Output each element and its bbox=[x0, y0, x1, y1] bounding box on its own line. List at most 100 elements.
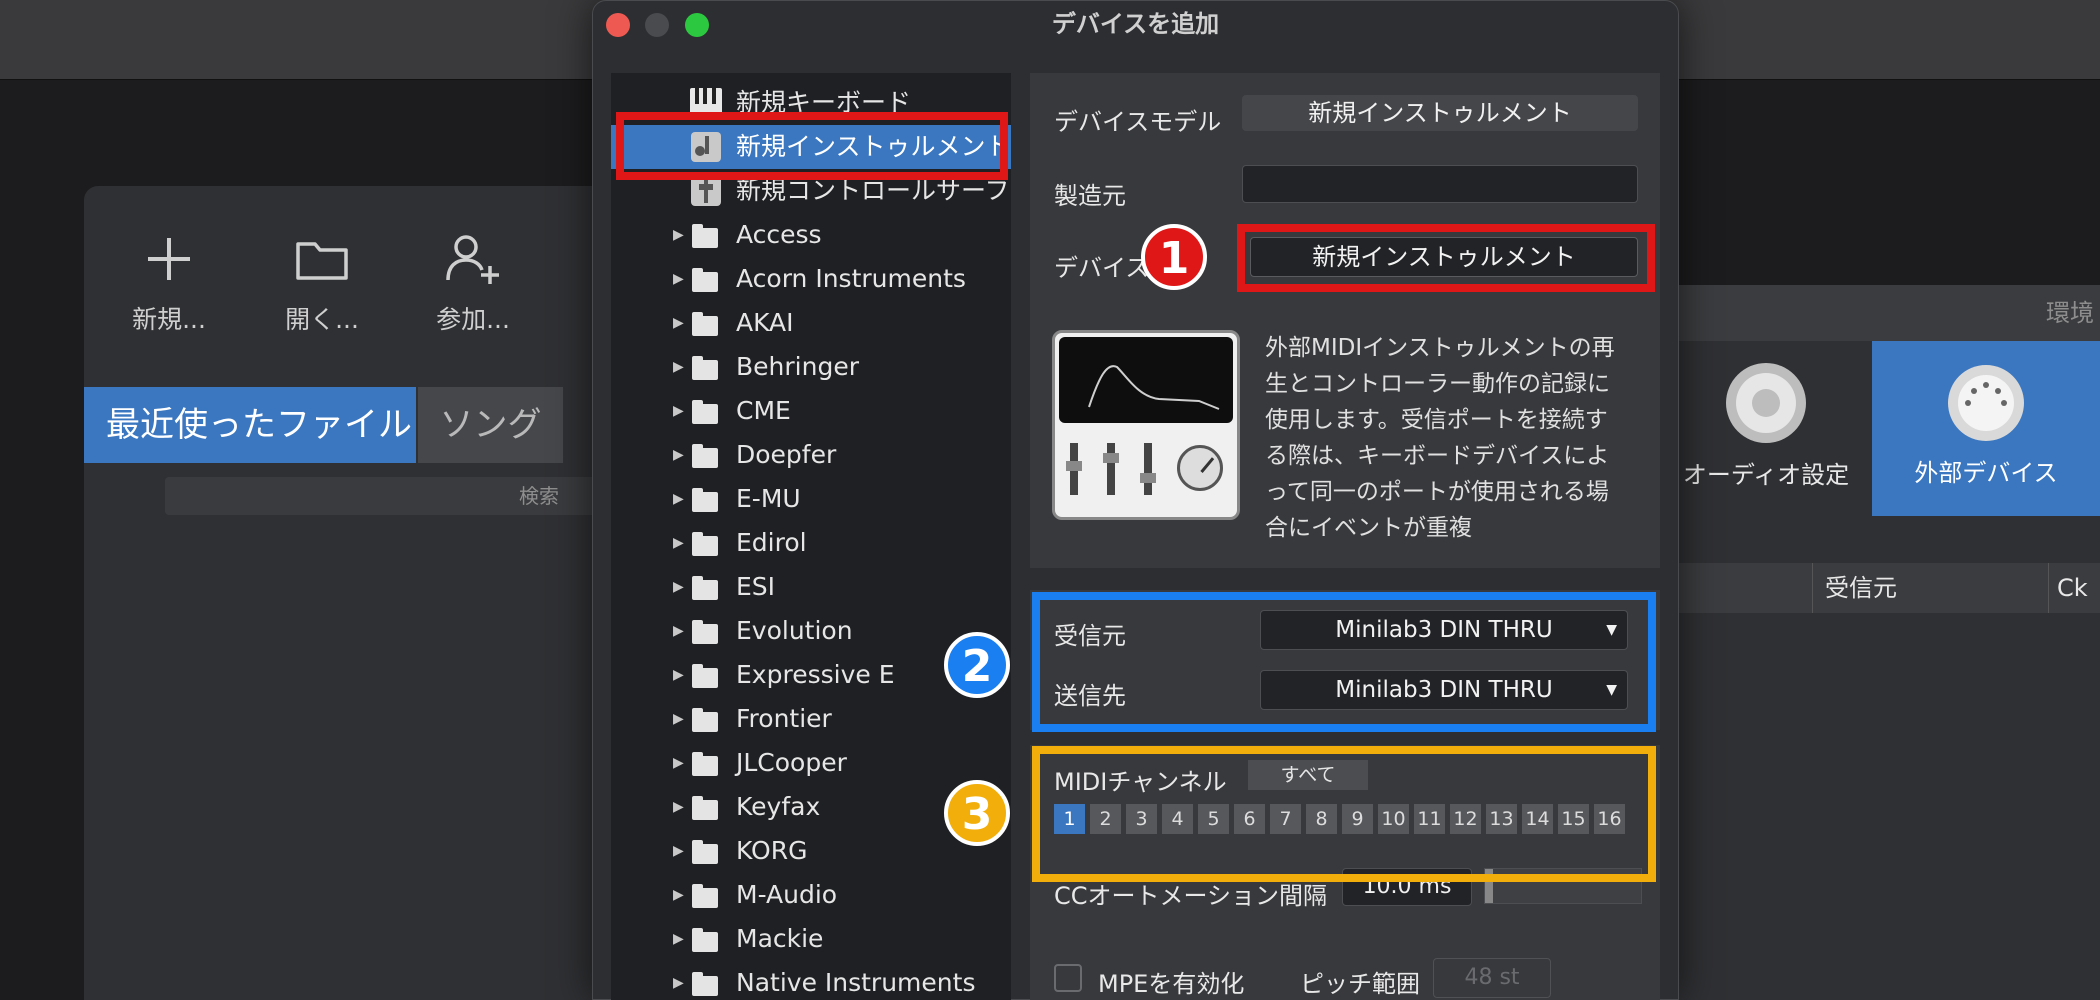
disclosure-triangle-icon[interactable]: ▶ bbox=[673, 345, 684, 389]
tree-folder-item[interactable]: ▶ Access bbox=[611, 213, 1011, 257]
folder-icon bbox=[692, 444, 718, 468]
annotation-badge-1: 1 bbox=[1141, 224, 1207, 290]
folder-icon bbox=[692, 796, 718, 820]
folder-icon bbox=[692, 400, 718, 424]
open-button[interactable]: 開く... bbox=[262, 232, 382, 336]
tree-folder-item[interactable]: ▶ M-Audio bbox=[611, 873, 1011, 917]
folder-icon bbox=[692, 708, 718, 732]
device-model-label: デバイスモデル bbox=[1054, 108, 1222, 136]
tree-folder-label: Acorn Instruments bbox=[736, 264, 966, 293]
folder-icon bbox=[692, 532, 718, 556]
annotation-badge-2: 2 bbox=[944, 632, 1010, 698]
tree-folder-label: Expressive E bbox=[736, 660, 895, 689]
disclosure-triangle-icon[interactable]: ▶ bbox=[673, 477, 684, 521]
mpe-checkbox[interactable] bbox=[1054, 964, 1082, 992]
tree-folder-label: Native Instruments bbox=[736, 968, 976, 997]
disclosure-triangle-icon[interactable]: ▶ bbox=[673, 257, 684, 301]
disclosure-triangle-icon[interactable]: ▶ bbox=[673, 697, 684, 741]
column-receive[interactable]: 受信元 bbox=[1812, 563, 2048, 613]
tree-folder-item[interactable]: ▶ Acorn Instruments bbox=[611, 257, 1011, 301]
tree-folder-item[interactable]: ▶ Edirol bbox=[611, 521, 1011, 565]
tree-folder-item[interactable]: ▶ Native Instruments bbox=[611, 961, 1011, 1000]
tree-folder-label: Keyfax bbox=[736, 792, 821, 821]
disclosure-triangle-icon[interactable]: ▶ bbox=[673, 961, 684, 1000]
disclosure-triangle-icon[interactable]: ▶ bbox=[673, 873, 684, 917]
disclosure-triangle-icon[interactable]: ▶ bbox=[673, 653, 684, 697]
minimize-window-button[interactable] bbox=[645, 13, 669, 37]
audio-settings-label: オーディオ設定 bbox=[1682, 461, 1850, 489]
tree-folder-label: M-Audio bbox=[736, 880, 838, 909]
device-description: 外部MIDIインストゥルメントの再生とコントローラー動作の記録に使用します。受信… bbox=[1265, 335, 1615, 541]
search-input[interactable]: 検索 bbox=[165, 477, 605, 515]
tree-folder-item[interactable]: ▶ ESI bbox=[611, 565, 1011, 609]
audio-settings-tab[interactable]: オーディオ設定 bbox=[1660, 341, 1872, 516]
folder-icon bbox=[692, 884, 718, 908]
tree-folder-label: ESI bbox=[736, 572, 776, 601]
tree-folder-item[interactable]: ▶ JLCooper bbox=[611, 741, 1011, 785]
folder-icon bbox=[692, 752, 718, 776]
manufacturer-input[interactable] bbox=[1242, 165, 1638, 203]
disclosure-triangle-icon[interactable]: ▶ bbox=[673, 213, 684, 257]
tree-folder-label: KORG bbox=[736, 836, 808, 865]
folder-icon bbox=[692, 356, 718, 380]
pitch-range-input[interactable]: 48 st bbox=[1433, 958, 1551, 998]
device-list-header: 受信元 Ck bbox=[1660, 563, 2100, 613]
instrument-illustration bbox=[1052, 330, 1240, 520]
tree-folder-item[interactable]: ▶ Behringer bbox=[611, 345, 1011, 389]
disclosure-triangle-icon[interactable]: ▶ bbox=[673, 521, 684, 565]
knob-icon bbox=[1177, 445, 1223, 491]
device-model-field[interactable]: 新規インストゥルメント bbox=[1242, 95, 1638, 131]
speaker-icon bbox=[1726, 363, 1806, 443]
folder-icon bbox=[296, 242, 348, 280]
folder-icon bbox=[692, 840, 718, 864]
folder-icon bbox=[692, 488, 718, 512]
disclosure-triangle-icon[interactable]: ▶ bbox=[673, 565, 684, 609]
tree-folder-item[interactable]: ▶ Frontier bbox=[611, 697, 1011, 741]
tree-folder-item[interactable]: ▶ CME bbox=[611, 389, 1011, 433]
disclosure-triangle-icon[interactable]: ▶ bbox=[673, 609, 684, 653]
disclosure-triangle-icon[interactable]: ▶ bbox=[673, 301, 684, 345]
tree-folder-label: Access bbox=[736, 220, 822, 249]
folder-icon bbox=[692, 268, 718, 292]
disclosure-triangle-icon[interactable]: ▶ bbox=[673, 785, 684, 829]
disclosure-triangle-icon[interactable]: ▶ bbox=[673, 917, 684, 961]
disclosure-triangle-icon[interactable]: ▶ bbox=[673, 433, 684, 477]
add-user-icon bbox=[446, 235, 499, 284]
disclosure-triangle-icon[interactable]: ▶ bbox=[673, 389, 684, 433]
annotation-badge-3: 3 bbox=[944, 780, 1010, 846]
close-window-button[interactable] bbox=[606, 13, 630, 37]
tree-folder-item[interactable]: ▶ AKAI bbox=[611, 301, 1011, 345]
folder-icon bbox=[692, 664, 718, 688]
device-tree[interactable]: 新規キーボード 新規インストゥルメント 新規コントロールサーフェ ▶ Access… bbox=[611, 73, 1011, 1000]
tree-folder-item[interactable]: ▶ Mackie bbox=[611, 917, 1011, 961]
tree-folder-label: Doepfer bbox=[736, 440, 837, 469]
zoom-window-button[interactable] bbox=[685, 13, 709, 37]
device-name-label: デバイス bbox=[1054, 254, 1150, 282]
external-devices-label: 外部デバイス bbox=[1914, 459, 2058, 487]
tree-folder-label: AKAI bbox=[736, 308, 794, 337]
envelope-curve-icon bbox=[1088, 365, 1220, 410]
join-button[interactable]: 参加... bbox=[413, 232, 533, 336]
tree-folder-label: Behringer bbox=[736, 352, 859, 381]
column-ck[interactable]: Ck bbox=[2048, 563, 2100, 613]
plus-icon bbox=[148, 238, 190, 280]
join-button-label: 参加... bbox=[436, 305, 510, 334]
preferences-header: 環境 bbox=[1660, 285, 2100, 341]
mpe-label: MPEを有効化 bbox=[1098, 970, 1245, 998]
folder-icon bbox=[692, 312, 718, 336]
tree-folder-item[interactable]: ▶ KORG bbox=[611, 829, 1011, 873]
disclosure-triangle-icon[interactable]: ▶ bbox=[673, 829, 684, 873]
annotation-box-io bbox=[1032, 592, 1656, 732]
tab-songs[interactable]: ソング bbox=[418, 387, 563, 463]
new-button[interactable]: 新規... bbox=[109, 232, 229, 336]
tree-folder-label: JLCooper bbox=[736, 748, 847, 777]
dialog-title: デバイスを追加 bbox=[1051, 10, 1220, 38]
tree-folder-label: Edirol bbox=[736, 528, 807, 557]
external-devices-tab[interactable]: 外部デバイス bbox=[1872, 341, 2100, 516]
disclosure-triangle-icon[interactable]: ▶ bbox=[673, 741, 684, 785]
tree-folder-item[interactable]: ▶ Doepfer bbox=[611, 433, 1011, 477]
pitch-range-label: ピッチ範囲 bbox=[1300, 970, 1420, 998]
tab-recent-files[interactable]: 最近使ったファイル bbox=[84, 387, 416, 463]
tree-folder-item[interactable]: ▶ E-MU bbox=[611, 477, 1011, 521]
tree-folder-label: Frontier bbox=[736, 704, 832, 733]
